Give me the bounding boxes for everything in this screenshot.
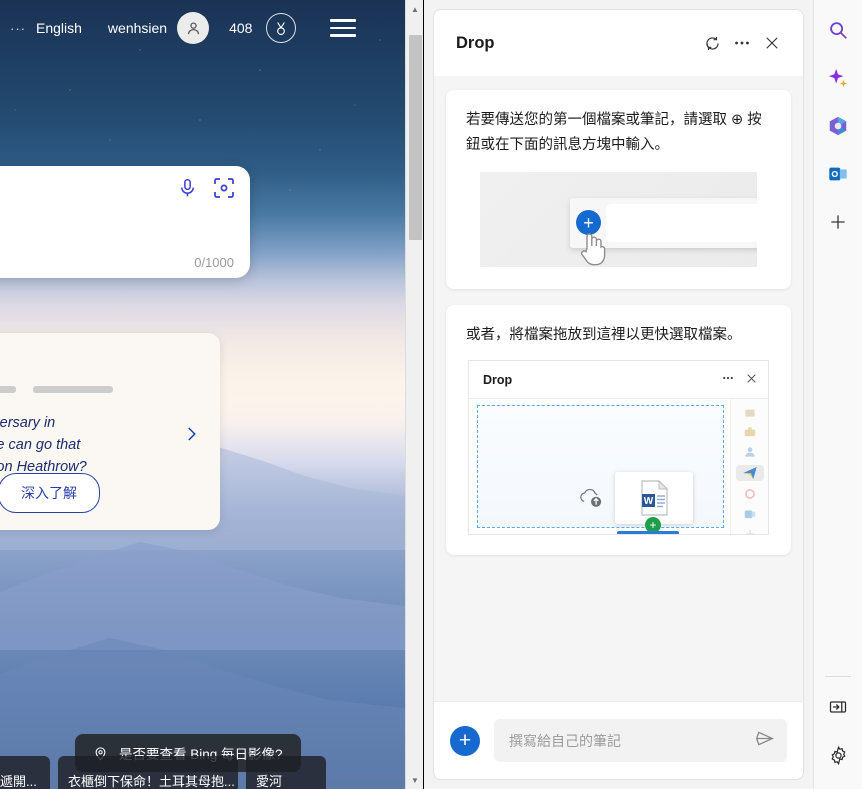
mockup-icon-games [736,445,764,459]
search-actions [177,176,236,200]
bing-new-tab-page: ··· English wenhsien 408 0/1000 ersary i… [0,0,405,789]
news-tiles-row: 遞開... 衣櫃倒下保命！土耳其母抱... 愛河 [0,756,326,789]
microsoft365-icon [829,116,847,136]
panel-title: Drop [456,33,495,52]
skeleton-bar [33,386,113,393]
refresh-button[interactable] [697,28,727,58]
suggestion-line-1: our anniversary in [0,415,56,431]
drop-composer: + [434,701,803,779]
mockup-icon-office [736,487,764,501]
more-options-button[interactable] [727,28,757,58]
drop-panel-body: 若要傳送您的第一個檔案或筆記，請選取 ⊕ 按鈕或在下面的訊息方塊中輸入。 + 或… [434,76,803,701]
mockup-close-icon [745,372,758,388]
sidebar-item-outlook[interactable] [820,156,856,192]
mockup-icon-shopping [736,405,764,419]
sidebar-divider [825,676,851,677]
username-label[interactable]: wenhsien [108,20,167,36]
svg-text:W: W [644,496,654,507]
outlook-icon [829,167,847,181]
scroll-up-button[interactable]: ▲ [406,0,424,18]
mockup-sidebar [730,399,768,534]
send-icon [755,730,774,746]
sidebar-item-copilot[interactable] [820,60,856,96]
skeleton-bar [0,386,16,393]
mockup-icon-drop [735,465,764,481]
screen-root: ··· English wenhsien 408 0/1000 ersary i… [0,0,862,789]
medal-icon [277,21,286,35]
mockup-icon-outlook [736,507,764,521]
sidebar-item-add[interactable] [820,204,856,240]
news-tile[interactable]: 遞開... [0,756,50,789]
bing-search-box[interactable]: 0/1000 [0,166,250,278]
gear-icon [830,745,846,765]
drop-window: Drop 若要傳送您的第一個檔案或筆記，請選取 ⊕ 按鈕或在下面的訊息方塊中輸入… [433,9,804,780]
search-icon [830,22,847,39]
paper-plane-icon [742,467,757,479]
chevron-right-icon[interactable] [182,421,200,452]
attach-button[interactable]: + [450,725,480,756]
scroll-down-button[interactable]: ▼ [406,771,424,789]
character-counter: 0/1000 [194,255,234,270]
bing-topbar: ··· English wenhsien 408 [0,6,405,50]
drop-side-panel: Drop 若要傳送您的第一個檔案或筆記，請選取 ⊕ 按鈕或在下面的訊息方塊中輸入… [424,0,813,789]
drag-drop-card-text: 或者，將檔案拖放到這裡以更快選取檔案。 [466,327,742,343]
learn-more-button[interactable]: 深入了解 [0,473,100,513]
intro-illustration: + [480,172,757,267]
person-icon [187,21,199,34]
rewards-badge[interactable] [266,13,297,43]
mockup-icon-add [736,527,764,534]
composer-field[interactable] [494,719,787,762]
avatar[interactable] [177,12,210,44]
rewards-points[interactable]: 408 [229,20,252,36]
new-file-label: 新檔案 [617,531,679,534]
plus-icon [831,215,845,229]
microphone-icon[interactable] [177,176,198,200]
sidebar-item-settings[interactable] [820,737,856,773]
news-tile[interactable]: 愛河 [246,756,326,789]
mockup-more-icon [721,371,735,388]
hamburger-menu-button[interactable] [330,19,357,37]
visual-search-icon[interactable] [212,176,236,200]
cloud-upload-icon [580,488,602,507]
copilot-sparkle-icon [828,68,848,88]
note-input[interactable] [509,732,754,749]
intro-card-text: 若要傳送您的第一個檔案或筆記，請選取 ⊕ 按鈕或在下面的訊息方塊中輸入。 [466,112,762,153]
hand-cursor-icon [581,233,606,266]
news-tile[interactable]: 衣櫃倒下保命！土耳其母抱... [58,756,238,789]
collapse-panel-icon [829,701,847,713]
refresh-icon [705,36,719,50]
suggestion-line-2: places we can go that [0,437,81,453]
sidebar-item-customize[interactable] [820,689,856,725]
word-document-icon: W [641,480,669,516]
scrollbar-thumb[interactable] [409,35,422,240]
illustration-input-field [606,204,757,242]
edge-sidebar [813,0,862,789]
drop-panel-header: Drop [434,10,803,76]
close-button[interactable] [757,28,787,58]
page-scrollbar[interactable]: ▲ ▼ [405,0,423,789]
sidebar-item-search[interactable] [820,12,856,48]
intro-card: 若要傳送您的第一個檔案或筆記，請選取 ⊕ 按鈕或在下面的訊息方塊中輸入。 + [446,90,791,289]
more-options-icon [735,41,749,45]
mockup-drop-area: W + 新檔案 [469,399,730,534]
language-selector[interactable]: English [36,20,82,36]
mockup-header: Drop [469,361,768,399]
close-icon [766,37,778,49]
overflow-dots-icon[interactable]: ··· [10,21,26,36]
send-button[interactable] [754,728,775,754]
drop-window-mockup: Drop W + [468,360,769,535]
drag-drop-card: 或者，將檔案拖放到這裡以更快選取檔案。 Drop W + [446,305,791,555]
mockup-icon-tools [736,425,764,439]
suggestion-text: our anniversary in places we can go that… [0,412,165,478]
sidebar-item-microsoft-365[interactable] [820,108,856,144]
mockup-title: Drop [483,372,513,387]
